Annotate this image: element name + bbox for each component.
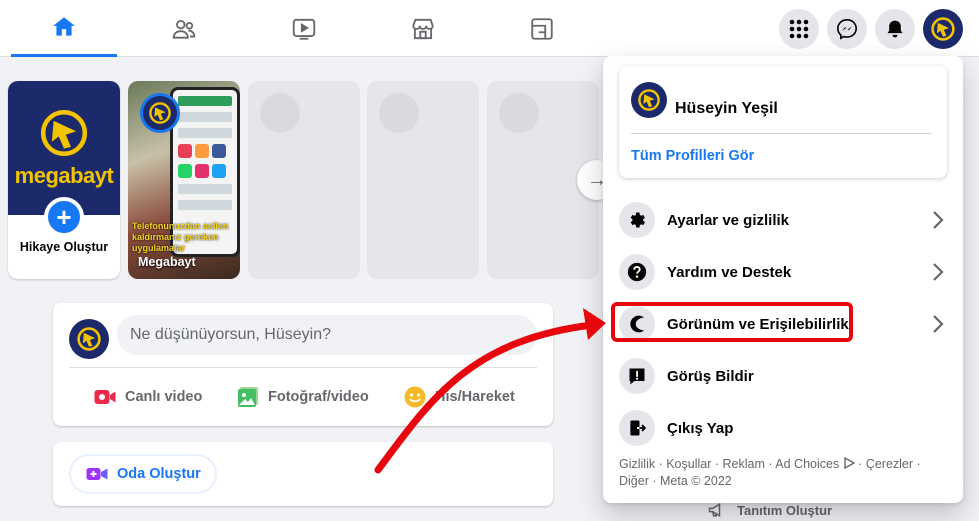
live-video-label: Canlı video [125, 389, 203, 405]
profile-card: Hüseyin Yeşil Tüm Profilleri Gör [619, 66, 947, 178]
footer-links-line2[interactable]: Diğer · Meta © 2022 [619, 474, 732, 488]
account-menu-dropdown: Hüseyin Yeşil Tüm Profilleri Gör Ayarlar… [603, 56, 963, 503]
home-icon [53, 17, 75, 36]
create-room-label: Oda Oluştur [117, 466, 201, 482]
marketplace-icon [412, 18, 434, 39]
gear-icon [619, 202, 655, 238]
profile-avatar[interactable] [631, 82, 667, 118]
divider [631, 133, 931, 134]
chevron-right-icon [933, 263, 944, 281]
create-room-button[interactable]: Oda Oluştur [69, 454, 217, 494]
menu-grid-button[interactable] [779, 9, 819, 49]
notifications-button[interactable] [875, 9, 915, 49]
chevron-right-icon [933, 315, 944, 333]
menu-item-help-support[interactable]: Yardım ve Destek [611, 246, 955, 298]
megabayt-logo-icon [40, 109, 88, 157]
post-composer: Ne düşünüyorsun, Hüseyin? Canlı video Fo… [53, 303, 553, 426]
create-story-cover: megabayt [8, 81, 120, 215]
story-megabayt[interactable]: Telefonunuzdan acilen kaldırmanız gereke… [128, 81, 240, 279]
add-story-icon[interactable]: + [44, 197, 84, 237]
create-story-card[interactable]: megabayt + Hikaye Oluştur [8, 81, 120, 279]
live-video-button[interactable]: Canlı video [93, 383, 202, 411]
live-video-icon [94, 390, 116, 404]
whats-on-your-mind-input[interactable]: Ne düşünüyorsun, Hüseyin? [117, 315, 537, 355]
logout-icon [619, 410, 655, 446]
story-overlay-text: Telefonunuzdan acilen kaldırmanız gereke… [132, 221, 229, 253]
video-room-icon [86, 468, 108, 480]
menu-grid-icon [789, 19, 809, 39]
see-all-profiles-link[interactable]: Tüm Profilleri Gör [631, 148, 754, 164]
megabayt-logo-icon [638, 89, 660, 111]
story-avatar [140, 93, 180, 133]
gaming-icon [531, 17, 553, 40]
chevron-right-icon [933, 211, 944, 229]
profile-name[interactable]: Hüseyin Yeşil [675, 100, 778, 118]
menu-item-label: Çıkış Yap [667, 419, 734, 437]
photo-icon [238, 387, 258, 407]
story-author-name: Megabayt [138, 255, 196, 269]
footer-links-line1[interactable]: Gizlilik · Koşullar · Reklam · Ad Choice… [619, 457, 839, 471]
tab-watch[interactable] [251, 0, 357, 57]
menu-item-settings-privacy[interactable]: Ayarlar ve gizlilik [611, 194, 955, 246]
help-icon [619, 254, 655, 290]
story-placeholder [248, 81, 360, 279]
megabayt-logo-icon [77, 327, 101, 351]
footer-links-line1b[interactable]: · Çerezler · [855, 457, 921, 471]
megabayt-logo-icon [149, 102, 171, 124]
notifications-icon [887, 20, 903, 38]
footer-links: Gizlilik · Koşullar · Reklam · Ad Choice… [619, 456, 949, 490]
create-promotion-label: Tanıtım Oluştur [737, 502, 833, 518]
user-avatar[interactable] [69, 319, 109, 359]
brand-text: megabayt [14, 163, 114, 188]
create-story-label: Hikaye Oluştur [19, 240, 109, 254]
divider [69, 367, 537, 368]
account-avatar[interactable] [923, 9, 963, 49]
menu-item-give-feedback[interactable]: Görüş Bildir [611, 350, 955, 402]
messenger-button[interactable] [827, 9, 867, 49]
photo-video-label: Fotoğraf/video [268, 389, 369, 405]
tab-home[interactable] [11, 0, 117, 57]
room-card: Oda Oluştur [53, 442, 553, 506]
tab-friends[interactable] [131, 0, 237, 57]
tab-marketplace[interactable] [370, 0, 476, 57]
photo-video-button[interactable]: Fotoğraf/video [236, 383, 369, 411]
friends-icon [172, 19, 196, 39]
ad-choices-icon [843, 456, 856, 470]
feedback-icon [619, 358, 655, 394]
annotation-highlight-box [611, 302, 853, 342]
top-navigation-bar [0, 0, 979, 57]
megabayt-logo-icon [931, 17, 955, 41]
tab-gaming[interactable] [489, 0, 595, 57]
story-placeholder [367, 81, 479, 279]
megaphone-icon [708, 502, 721, 518]
watch-icon [292, 18, 316, 40]
menu-item-label: Görüş Bildir [667, 367, 754, 385]
menu-item-log-out[interactable]: Çıkış Yap [611, 402, 955, 454]
menu-item-label: Yardım ve Destek [667, 263, 792, 281]
feeling-activity-button[interactable]: His/Hareket [403, 383, 515, 411]
menu-item-label: Ayarlar ve gizlilik [667, 211, 790, 229]
smiley-icon [404, 386, 426, 408]
messenger-icon [837, 19, 857, 40]
create-promotion-button[interactable]: Tanıtım Oluştur [707, 500, 832, 520]
feeling-activity-label: His/Hareket [435, 389, 515, 405]
